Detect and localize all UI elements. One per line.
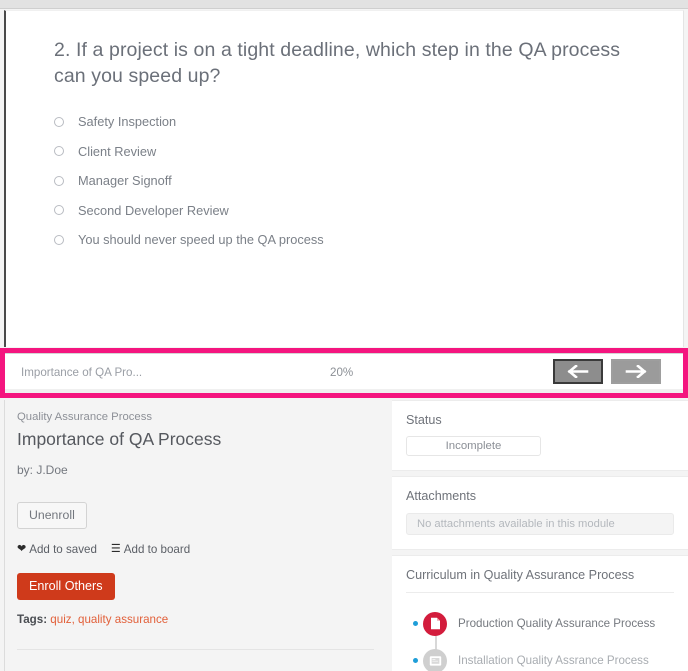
radio-button-icon[interactable] [54,234,64,245]
next-button[interactable] [611,359,661,384]
breadcrumb[interactable]: Quality Assurance Process [17,411,386,423]
add-to-board-link[interactable]: ☰ Add to board [111,543,190,556]
progress-module-title: Importance of QA Pro... [21,366,143,379]
curriculum-heading: Curriculum in Quality Assurance Process [406,568,635,582]
tags-label: Tags: [17,613,48,626]
progress-bar: Importance of QA Pro... 20% [5,353,683,393]
quiz-option-label: Client Review [78,143,157,159]
document-icon [423,611,447,636]
quiz-content-card: 2. If a project is on a tight deadline, … [4,10,684,347]
status-dot [413,658,418,663]
list-board-icon: ☰ [110,543,121,555]
quiz-option[interactable]: Manager Signoff [54,170,683,191]
curriculum-item-label: Production Quality Assurance Process [458,617,656,630]
tags-value[interactable]: quiz, quality assurance [50,613,168,626]
quiz-option[interactable]: Client Review [54,141,683,162]
module-info-panel: Quality Assurance Process Importance of … [4,400,386,671]
status-dot [413,621,418,626]
curriculum-item[interactable]: Production Quality Assurance Process [406,605,674,642]
top-chrome-strip [0,0,688,9]
curriculum-card: Curriculum in Quality Assurance Process … [392,555,688,671]
quiz-option[interactable]: Safety Inspection [54,111,683,132]
radio-button-icon[interactable] [54,175,64,186]
quiz-option[interactable]: You should never speed up the QA process [54,229,683,250]
previous-button[interactable] [553,359,603,384]
quiz-option[interactable]: Second Developer Review [54,200,683,221]
status-heading: Status [406,413,442,427]
add-to-saved-label: Add to saved [29,543,97,556]
author-label: by: J.Doe [17,463,68,477]
curriculum-item-label: Installation Quality Assrance Process [458,654,649,667]
status-badge[interactable]: Incomplete [406,436,541,456]
module-details-section: Quality Assurance Process Importance of … [0,400,688,671]
divider [406,592,674,593]
quiz-option-label: You should never speed up the QA process [78,232,324,247]
quiz-question-text: 2. If a project is on a tight deadline, … [54,39,621,88]
progress-bar-highlight: Importance of QA Pro... 20% [0,348,688,398]
course-module-page: 2. If a project is on a tight deadline, … [0,0,688,671]
add-to-saved-link[interactable]: ❤ Add to saved [17,543,97,556]
unenroll-button[interactable]: Unenroll [17,502,87,529]
radio-button-icon[interactable] [54,116,64,127]
module-action-links: ❤ Add to saved ☰ Add to board [17,543,386,556]
add-to-board-label: Add to board [123,543,191,556]
slideshow-icon [423,648,447,671]
tags-row: Tags: quiz, quality assurance [17,613,386,626]
curriculum-item[interactable]: Installation Quality Assrance Process [406,642,674,671]
module-sidebar: Status Incomplete Attachments No attachm… [392,400,688,671]
heart-icon: ❤ [17,543,27,555]
arrow-right-icon [625,365,647,378]
curriculum-list: Production Quality Assurance Process Ins… [406,605,674,671]
status-card: Status Incomplete [392,400,688,471]
quiz-option-label: Second Developer Review [78,202,229,218]
arrow-left-icon [567,365,589,378]
radio-button-icon[interactable] [54,146,64,156]
divider [17,649,374,650]
attachments-empty-message: No attachments available in this module [406,513,674,535]
progress-percent: 20% [330,366,354,379]
attachments-card: Attachments No attachments available in … [392,476,688,550]
page-title: Importance of QA Process [17,429,222,449]
attachments-heading: Attachments [406,489,476,503]
quiz-option-label: Safety Inspection [78,114,177,129]
quiz-options-list: Safety Inspection Client Review Manager … [54,111,683,250]
module-navigation [553,359,661,384]
enroll-others-button[interactable]: Enroll Others [17,573,115,600]
quiz-option-label: Manager Signoff [78,173,172,188]
radio-button-icon[interactable] [54,205,64,215]
